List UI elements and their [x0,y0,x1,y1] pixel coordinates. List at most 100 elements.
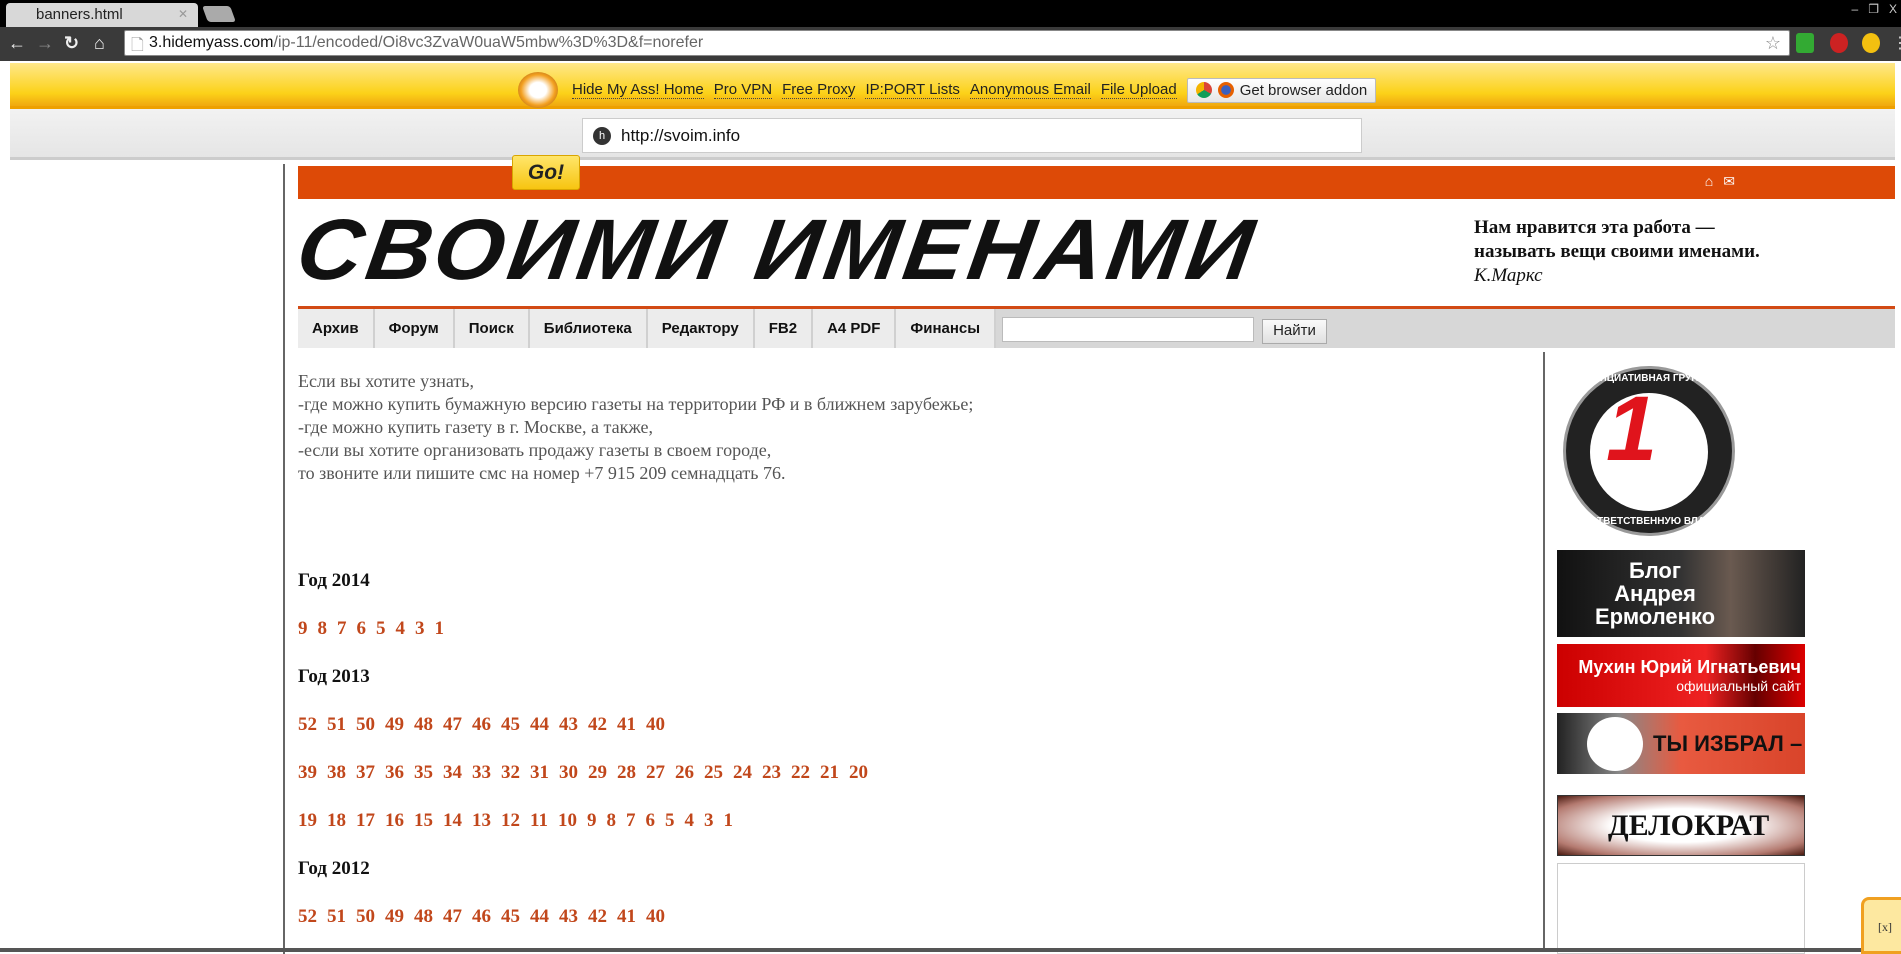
issue-link[interactable]: 49 [385,714,404,736]
issue-link[interactable]: 1 [723,810,733,832]
issue-link[interactable]: 36 [385,762,404,784]
link-ip-port-lists[interactable]: IP:PORT Lists [865,81,960,99]
issue-link[interactable]: 40 [646,714,665,736]
issue-link[interactable]: 51 [327,714,346,736]
issue-link[interactable]: 46 [472,906,491,928]
issue-link[interactable]: 10 [558,810,577,832]
issue-link[interactable]: 37 [356,762,375,784]
minimize-button[interactable]: – [1852,2,1859,16]
issue-link[interactable]: 14 [443,810,462,832]
search-button[interactable]: Найти [1262,319,1327,344]
nav-a4-pdf[interactable]: A4 PDF [813,309,897,348]
menu-icon[interactable]: ⋮ [1892,33,1901,53]
issue-link[interactable]: 9 [298,618,308,640]
issue-link[interactable]: 42 [588,906,607,928]
close-window-button[interactable]: X [1889,2,1897,16]
issue-link[interactable]: 31 [530,762,549,784]
issue-link[interactable]: 23 [762,762,781,784]
link-hma-home[interactable]: Hide My Ass! Home [572,81,704,99]
go-button[interactable]: Go! [512,155,580,190]
issue-link[interactable]: 50 [356,906,375,928]
get-browser-addon-button[interactable]: Get browser addon [1186,77,1377,103]
issue-link[interactable]: 6 [357,618,367,640]
issue-link[interactable]: 39 [298,762,317,784]
issue-link[interactable]: 28 [617,762,636,784]
issue-link[interactable]: 5 [665,810,675,832]
issue-link[interactable]: 24 [733,762,752,784]
issue-link[interactable]: 50 [356,714,375,736]
issue-link[interactable]: 5 [376,618,386,640]
new-tab-button[interactable] [202,6,236,22]
issue-link[interactable]: 21 [820,762,839,784]
site-logo[interactable]: СВОИМИ ИМЕНАМИ [291,202,1264,298]
issue-link[interactable]: 52 [298,906,317,928]
issue-link[interactable]: 44 [530,906,549,928]
nav-forum[interactable]: Форум [374,309,455,348]
issue-link[interactable]: 51 [327,906,346,928]
issue-link[interactable]: 9 [587,810,597,832]
issue-link[interactable]: 43 [559,714,578,736]
issue-link[interactable]: 7 [337,618,347,640]
issue-link[interactable]: 48 [414,906,433,928]
extension-icon[interactable] [1796,33,1814,53]
banner-initiative-group[interactable]: 1 ИНИЦИАТИВНАЯ ГРУППА ЗА ОТВЕТСТВЕННУЮ В… [1563,366,1735,536]
issue-link[interactable]: 33 [472,762,491,784]
issue-link[interactable]: 3 [415,618,425,640]
reload-icon[interactable]: ↻ [64,33,79,54]
banner-delokrat[interactable]: ДЕЛОКРАТ [1557,795,1805,856]
issue-link[interactable]: 16 [385,810,404,832]
issue-link[interactable]: 41 [617,714,636,736]
issue-link[interactable]: 8 [318,618,328,640]
issue-link[interactable]: 30 [559,762,578,784]
nav-library[interactable]: Библиотека [529,309,648,348]
mail-icon[interactable]: ✉ [1723,173,1735,190]
hidemyass-extension-icon[interactable] [1862,33,1880,53]
issue-link[interactable]: 3 [704,810,714,832]
issue-link[interactable]: 29 [588,762,607,784]
issue-link[interactable]: 17 [356,810,375,832]
nav-editor[interactable]: Редактору [647,309,755,348]
issue-link[interactable]: 11 [530,810,548,832]
forward-icon[interactable]: → [36,33,54,54]
issue-link[interactable]: 8 [606,810,616,832]
issue-link[interactable]: 52 [298,714,317,736]
close-widget-button[interactable]: [x] [1861,897,1901,954]
link-anonymous-email[interactable]: Anonymous Email [969,81,1091,99]
home-icon[interactable]: ⌂ [94,33,105,54]
issue-link[interactable]: 7 [626,810,636,832]
issue-link[interactable]: 44 [530,714,549,736]
issue-link[interactable]: 12 [501,810,520,832]
issue-link[interactable]: 19 [298,810,317,832]
issue-link[interactable]: 6 [645,810,655,832]
back-icon[interactable]: ← [8,33,26,54]
bookmark-star-icon[interactable]: ☆ [1765,33,1781,54]
issue-link[interactable]: 20 [849,762,868,784]
issue-link[interactable]: 49 [385,906,404,928]
issue-link[interactable]: 46 [472,714,491,736]
issue-link[interactable]: 32 [501,762,520,784]
link-pro-vpn[interactable]: Pro VPN [713,81,773,99]
nav-finance[interactable]: Финансы [896,309,997,348]
adblock-icon[interactable] [1830,33,1848,53]
issue-link[interactable]: 27 [646,762,665,784]
restore-button[interactable]: ❐ [1868,2,1879,16]
issue-link[interactable]: 41 [617,906,636,928]
nav-fb2[interactable]: FB2 [754,309,814,348]
issue-link[interactable]: 4 [684,810,694,832]
banner-ermolenko-blog[interactable]: Блог Андрея Ермоленко [1557,550,1805,637]
issue-link[interactable]: 40 [646,906,665,928]
tab-banners[interactable]: banners.html ✕ [6,3,198,27]
issue-link[interactable]: 42 [588,714,607,736]
hidemyass-logo[interactable] [518,72,558,108]
issue-link[interactable]: 26 [675,762,694,784]
issue-link[interactable]: 15 [414,810,433,832]
banner-you-chose[interactable]: ТЫ ИЗБРАЛ – [1557,713,1805,774]
close-tab-icon[interactable]: ✕ [178,7,188,21]
issue-link[interactable]: 45 [501,906,520,928]
issue-link[interactable]: 18 [327,810,346,832]
link-file-upload[interactable]: File Upload [1100,81,1177,99]
home-icon[interactable]: ⌂ [1705,173,1713,190]
nav-search[interactable]: Поиск [454,309,530,348]
issue-link[interactable]: 34 [443,762,462,784]
nav-archive[interactable]: Архив [298,309,375,348]
